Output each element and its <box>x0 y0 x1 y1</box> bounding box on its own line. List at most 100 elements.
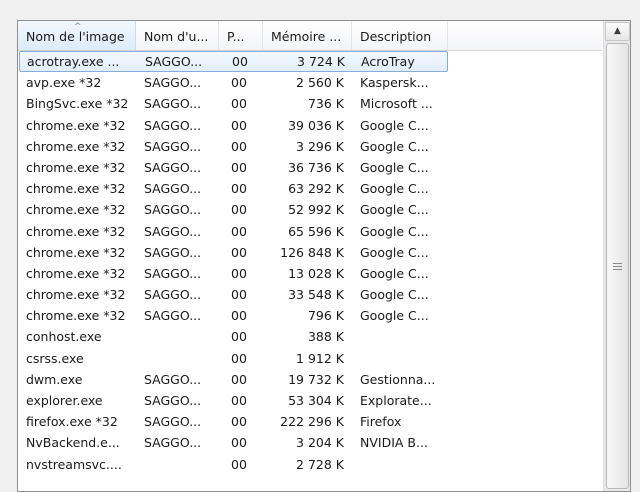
process-name: chrome.exe *32 <box>26 308 126 324</box>
process-priority: 00 <box>231 117 247 133</box>
table-row[interactable]: BingSvc.exe *32 SAGGO... 00 736 K Microsoft … <box>18 93 602 114</box>
process-priority: 00 <box>231 96 247 112</box>
process-description: Google C... <box>360 202 429 218</box>
table-row-selected[interactable]: acrotray.exe ... SAGGO... 00 3 724 K AcroTra… <box>19 51 448 73</box>
process-memory: 1 912 K <box>296 350 344 366</box>
vertical-scrollbar[interactable]: ▲ <box>603 21 630 491</box>
process-user: SAGGO... <box>144 159 202 175</box>
table-row[interactable]: conhost.exe 00 388 K <box>18 326 602 347</box>
column-header-label: Description <box>360 29 432 44</box>
process-description: Google C... <box>360 159 429 175</box>
column-header-priority[interactable]: P... <box>219 21 263 50</box>
process-description: Explorate... <box>360 393 432 408</box>
process-description: Google C... <box>360 138 429 154</box>
table-row[interactable]: chrome.exe *32 SAGGO... 00 36 736 K Google C… <box>18 157 602 178</box>
scroll-up-arrow-icon[interactable]: ▲ <box>605 22 630 41</box>
process-name: BingSvc.exe *32 <box>26 96 129 112</box>
table-row[interactable]: chrome.exe *32 SAGGO... 00 65 596 K Google C… <box>18 221 602 242</box>
column-header-description[interactable]: Description <box>352 21 448 50</box>
process-memory: 2 560 K <box>296 75 344 91</box>
process-user: SAGGO... <box>144 117 202 133</box>
process-name: nvstreamsvc.... <box>26 456 122 472</box>
process-memory: 796 K <box>307 308 344 324</box>
process-priority: 00 <box>231 456 247 472</box>
process-name: acrotray.exe ... <box>27 54 120 69</box>
process-description: Microsoft ... <box>360 96 433 112</box>
process-priority: 00 <box>231 393 247 408</box>
process-user: SAGGO... <box>144 138 202 154</box>
table-row[interactable]: chrome.exe *32 SAGGO... 00 52 992 K Google C… <box>18 199 602 220</box>
table-row[interactable]: NvBackend.e... SAGGO... 00 3 204 K NVIDIA B.… <box>18 432 602 453</box>
process-description: NVIDIA B... <box>360 435 428 451</box>
process-description: Google C... <box>360 287 429 303</box>
process-description: AcroTray <box>361 54 415 69</box>
column-header-label: P... <box>227 29 245 44</box>
process-description: Firefox <box>360 414 402 430</box>
process-name: chrome.exe *32 <box>26 181 126 197</box>
process-name: chrome.exe *32 <box>26 223 126 239</box>
table-row[interactable]: csrss.exe 00 1 912 K <box>18 348 602 369</box>
process-description: Google C... <box>360 223 429 239</box>
process-name: avp.exe *32 <box>26 75 102 91</box>
table-row[interactable]: nvstreamsvc.... 00 2 728 K <box>18 454 602 475</box>
process-memory: 126 848 K <box>280 244 344 260</box>
process-memory: 736 K <box>307 96 344 112</box>
process-priority: 00 <box>231 350 247 366</box>
table-row[interactable]: dwm.exe SAGGO... 00 19 732 K Gestionna... <box>18 369 602 390</box>
process-name: firefox.exe *32 <box>26 414 118 430</box>
process-memory: 39 036 K <box>288 117 344 133</box>
process-name: chrome.exe *32 <box>26 159 126 175</box>
process-description: Gestionna... <box>360 371 436 387</box>
process-name: explorer.exe <box>26 393 103 408</box>
process-user: SAGGO... <box>144 244 202 260</box>
process-description <box>360 454 450 475</box>
process-priority: 00 <box>231 435 247 451</box>
scrollbar-thumb[interactable] <box>606 43 629 489</box>
table-row[interactable]: chrome.exe *32 SAGGO... 00 126 848 K Google … <box>18 242 602 263</box>
process-priority: 00 <box>232 54 248 69</box>
column-header-bar: ^ Nom de l'image Nom d'u... P... Mémoire… <box>18 21 602 51</box>
process-description: Google C... <box>360 244 429 260</box>
column-header-memory[interactable]: Mémoire ... <box>263 21 352 50</box>
process-user: SAGGO... <box>144 308 202 324</box>
process-priority: 00 <box>231 75 247 91</box>
process-user: SAGGO... <box>144 414 202 430</box>
process-name: dwm.exe <box>26 371 83 387</box>
process-name: chrome.exe *32 <box>26 138 126 154</box>
table-row[interactable]: chrome.exe *32 SAGGO... 00 33 548 K Google C… <box>18 284 602 305</box>
process-user: SAGGO... <box>144 435 202 451</box>
table-row[interactable]: chrome.exe *32 SAGGO... 00 3 296 K Google C.… <box>18 136 602 157</box>
process-user: SAGGO... <box>144 202 202 218</box>
column-header-user-name[interactable]: Nom d'u... <box>136 21 219 50</box>
process-description: Google C... <box>360 181 429 197</box>
column-header-image-name[interactable]: ^ Nom de l'image <box>18 21 136 50</box>
table-row[interactable]: avp.exe *32 SAGGO... 00 2 560 K Kaspersk... <box>18 72 602 93</box>
process-memory: 19 732 K <box>288 371 344 387</box>
process-memory: 53 304 K <box>288 393 344 408</box>
process-name: chrome.exe *32 <box>26 202 126 218</box>
process-priority: 00 <box>231 329 247 345</box>
table-row[interactable]: chrome.exe *32 SAGGO... 00 39 036 K Google C… <box>18 115 602 136</box>
process-memory: 52 992 K <box>288 202 344 218</box>
process-name: chrome.exe *32 <box>26 244 126 260</box>
process-user: SAGGO... <box>144 265 202 281</box>
process-memory: 63 292 K <box>288 181 344 197</box>
process-priority: 00 <box>231 223 247 239</box>
process-description <box>360 326 450 347</box>
process-user: SAGGO... <box>144 181 202 197</box>
process-memory: 36 736 K <box>288 159 344 175</box>
process-memory: 33 548 K <box>288 287 344 303</box>
process-memory: 3 204 K <box>296 435 344 451</box>
table-row[interactable]: firefox.exe *32 SAGGO... 00 222 296 K Firefo… <box>18 411 602 432</box>
process-name: conhost.exe <box>26 329 102 345</box>
column-header-label: Mémoire ... <box>271 29 342 44</box>
table-row[interactable]: chrome.exe *32 SAGGO... 00 63 292 K Google C… <box>18 178 602 199</box>
process-user <box>144 348 226 369</box>
table-row[interactable]: chrome.exe *32 SAGGO... 00 796 K Google C... <box>18 305 602 326</box>
process-description: Google C... <box>360 117 429 133</box>
table-row[interactable]: chrome.exe *32 SAGGO... 00 13 028 K Google C… <box>18 263 602 284</box>
table-row[interactable]: explorer.exe SAGGO... 00 53 304 K Explorate.… <box>18 390 602 411</box>
process-memory: 388 K <box>307 329 344 345</box>
process-user <box>144 454 226 475</box>
process-description <box>360 348 450 369</box>
